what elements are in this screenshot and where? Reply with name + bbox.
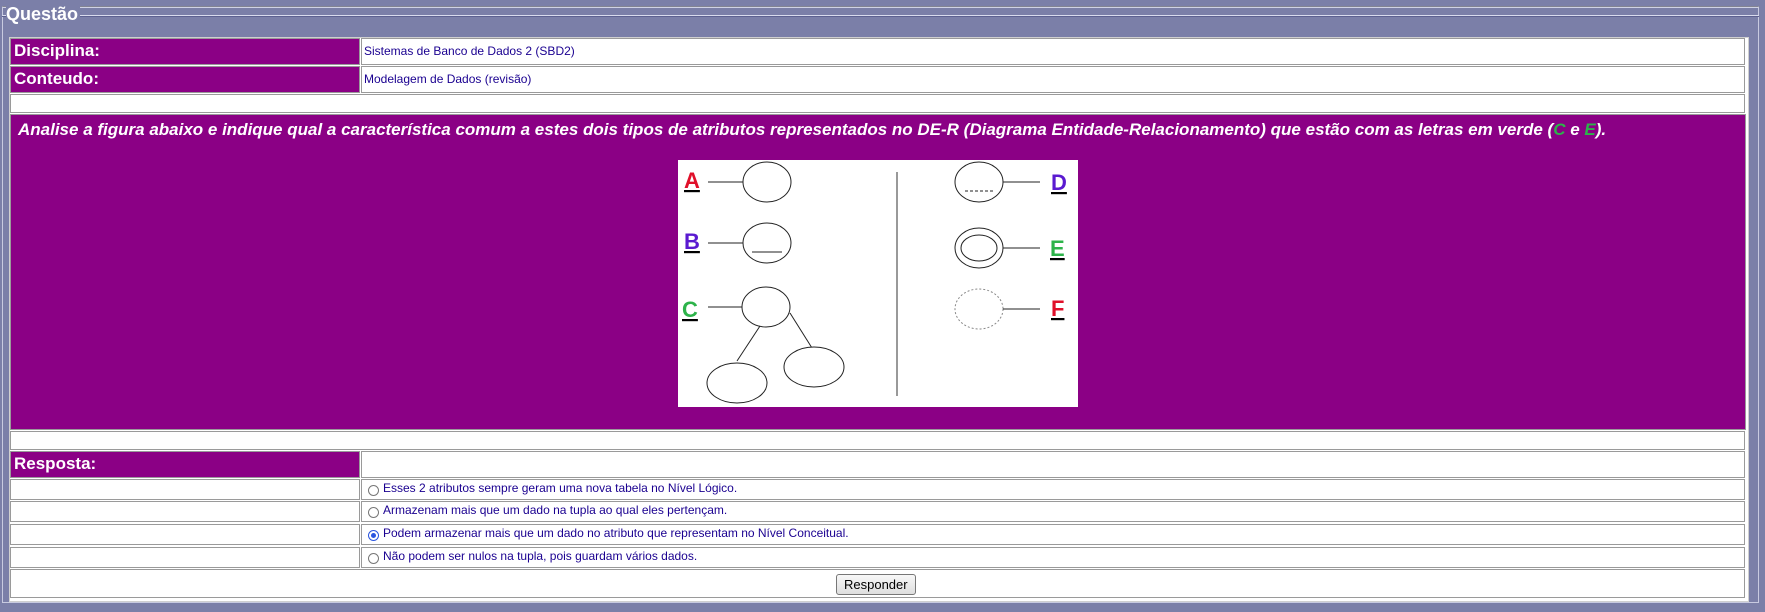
answer-option[interactable]: Não podem ser nulos na tupla, pois guard… <box>361 547 1745 568</box>
option-left-cell <box>10 524 360 545</box>
answer-option[interactable]: Armazenam mais que um dado na tupla ao q… <box>361 501 1745 522</box>
disciplina-value: Sistemas de Banco de Dados 2 (SBD2) <box>361 38 1745 65</box>
option-label: Podem armazenar mais que um dado no atri… <box>383 526 849 540</box>
der-diagram: A B C D E F <box>682 161 1067 404</box>
question-block: Analise a figura abaixo e indique qual a… <box>10 114 1746 430</box>
answer-option[interactable]: Podem armazenar mais que um dado no atri… <box>361 524 1745 545</box>
fieldset-legend: Questão <box>6 4 81 25</box>
option-label: Armazenam mais que um dado na tupla ao q… <box>383 503 728 517</box>
conteudo-label: Conteudo: <box>10 66 360 93</box>
submit-row: Responder <box>10 569 1745 598</box>
figure-letter-e: E <box>1050 236 1065 261</box>
der-attribute-figure: A B C D E F <box>678 160 1078 407</box>
option-radio-selected[interactable] <box>368 530 379 541</box>
option-label: Não podem ser nulos na tupla, pois guard… <box>383 549 698 563</box>
figure-letter-a: A <box>684 168 700 193</box>
disciplina-label: Disciplina: <box>10 38 360 65</box>
figure-letter-c: C <box>682 297 698 322</box>
resposta-label: Resposta: <box>10 451 360 478</box>
option-left-cell <box>10 479 360 500</box>
option-left-cell <box>10 501 360 522</box>
spacer-row <box>10 94 1745 113</box>
option-radio[interactable] <box>368 485 379 496</box>
option-radio[interactable] <box>368 507 379 518</box>
conteudo-value: Modelagem de Dados (revisão) <box>361 66 1745 93</box>
figure-letter-d: D <box>1051 170 1067 195</box>
fieldset-border <box>2 15 1759 17</box>
resposta-header-cell <box>361 451 1745 478</box>
figure-letter-b: B <box>684 229 700 254</box>
answer-option[interactable]: Esses 2 atributos sempre geram uma nova … <box>361 479 1745 500</box>
spacer-row-2 <box>10 431 1745 450</box>
option-radio[interactable] <box>368 553 379 564</box>
option-left-cell <box>10 547 360 568</box>
responder-button[interactable]: Responder <box>836 574 916 595</box>
option-label: Esses 2 atributos sempre geram uma nova … <box>383 481 738 495</box>
highlight-letter-e: E <box>1584 120 1596 139</box>
question-text: Analise a figura abaixo e indique qual a… <box>18 120 1607 139</box>
figure-letter-f: F <box>1051 296 1064 321</box>
highlight-letter-c: C <box>1553 120 1566 139</box>
